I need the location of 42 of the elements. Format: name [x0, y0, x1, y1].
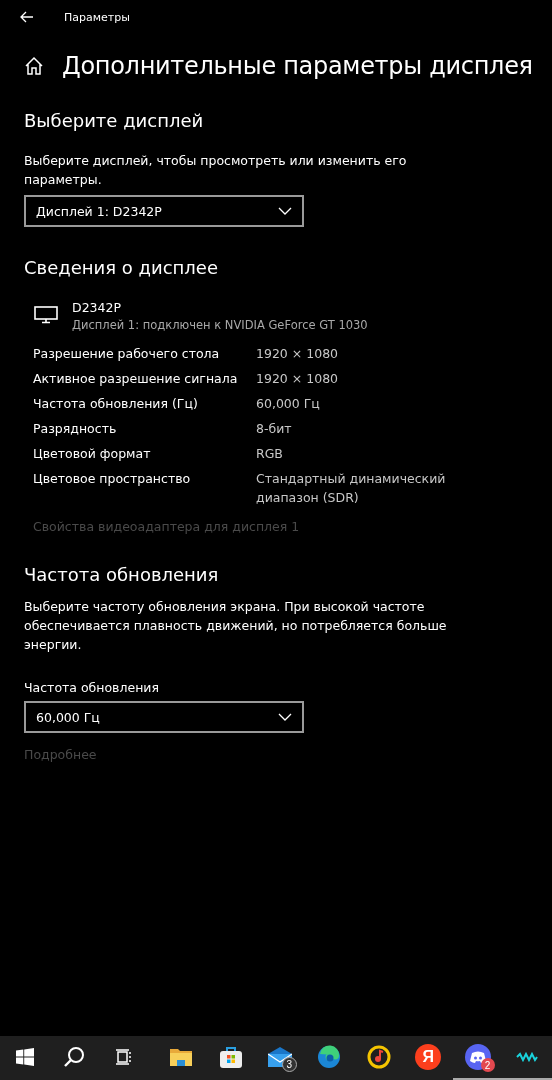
- browser-swirl-icon: [317, 1045, 342, 1069]
- taskbar-button[interactable]: 2: [453, 1036, 503, 1080]
- field-label: Частота обновления: [24, 680, 160, 695]
- monitor-name: D2342P: [72, 300, 122, 315]
- property-label: Цветовой формат: [33, 445, 152, 463]
- monitor-subtitle: Дисплей 1: подключен к NVIDIA GeForce GT 1030: [72, 318, 368, 332]
- page-title: Дополнительные параметры дисплея: [62, 52, 533, 80]
- music-player-icon: [366, 1045, 391, 1069]
- window-title: Параметры: [64, 10, 130, 24]
- section-heading: Выберите дисплей: [24, 110, 205, 131]
- property-label: Цветовое пространство: [33, 470, 192, 488]
- display-dropdown[interactable]: Дисплей 1: D2342P: [24, 195, 304, 227]
- task-view-icon: [114, 1048, 133, 1066]
- home-button[interactable]: [24, 56, 44, 76]
- section-description: Выберите частоту обновления экрана. При высокой частоте обеспечивается плавность движений, но потребляется больше энергии.: [24, 598, 448, 654]
- windows-logo-icon: [15, 1048, 34, 1066]
- waveform-icon: [516, 1052, 539, 1062]
- taskbar-button[interactable]: Я: [403, 1036, 454, 1080]
- folder-icon: [169, 1046, 194, 1068]
- property-label: Разрядность: [33, 420, 118, 438]
- chevron-down-icon: [278, 713, 292, 721]
- section-heading: Частота обновления: [24, 564, 220, 585]
- section-heading: Сведения о дисплее: [24, 257, 219, 278]
- property-label: Активное разрешение сигнала: [33, 370, 239, 388]
- chevron-down-icon: [278, 207, 292, 215]
- property-value: 60,000 Гц: [256, 395, 321, 413]
- monitor-icon: [34, 306, 58, 324]
- property-value: Стандартный динамический диапазон (SDR): [256, 470, 446, 507]
- game-controller-face-icon: [464, 1044, 491, 1070]
- search-icon: [63, 1046, 86, 1068]
- property-value: 1920 × 1080: [256, 370, 340, 388]
- taskbar-button[interactable]: 3: [255, 1036, 305, 1080]
- refresh-rate-dropdown[interactable]: 60,000 Гц: [24, 701, 304, 733]
- back-arrow-icon: [20, 11, 34, 23]
- store-bag-icon: [218, 1045, 243, 1069]
- property-value: 1920 × 1080: [256, 345, 340, 363]
- property-label: Частота обновления (Гц): [33, 395, 199, 413]
- section-description: Выберите дисплей, чтобы просмотреть или изменить его параметры.: [24, 152, 408, 189]
- property-value: 8-бит: [256, 420, 293, 438]
- home-icon: [24, 56, 44, 76]
- property-label: Разрешение рабочего стола: [33, 345, 221, 363]
- property-value: RGB: [256, 445, 284, 463]
